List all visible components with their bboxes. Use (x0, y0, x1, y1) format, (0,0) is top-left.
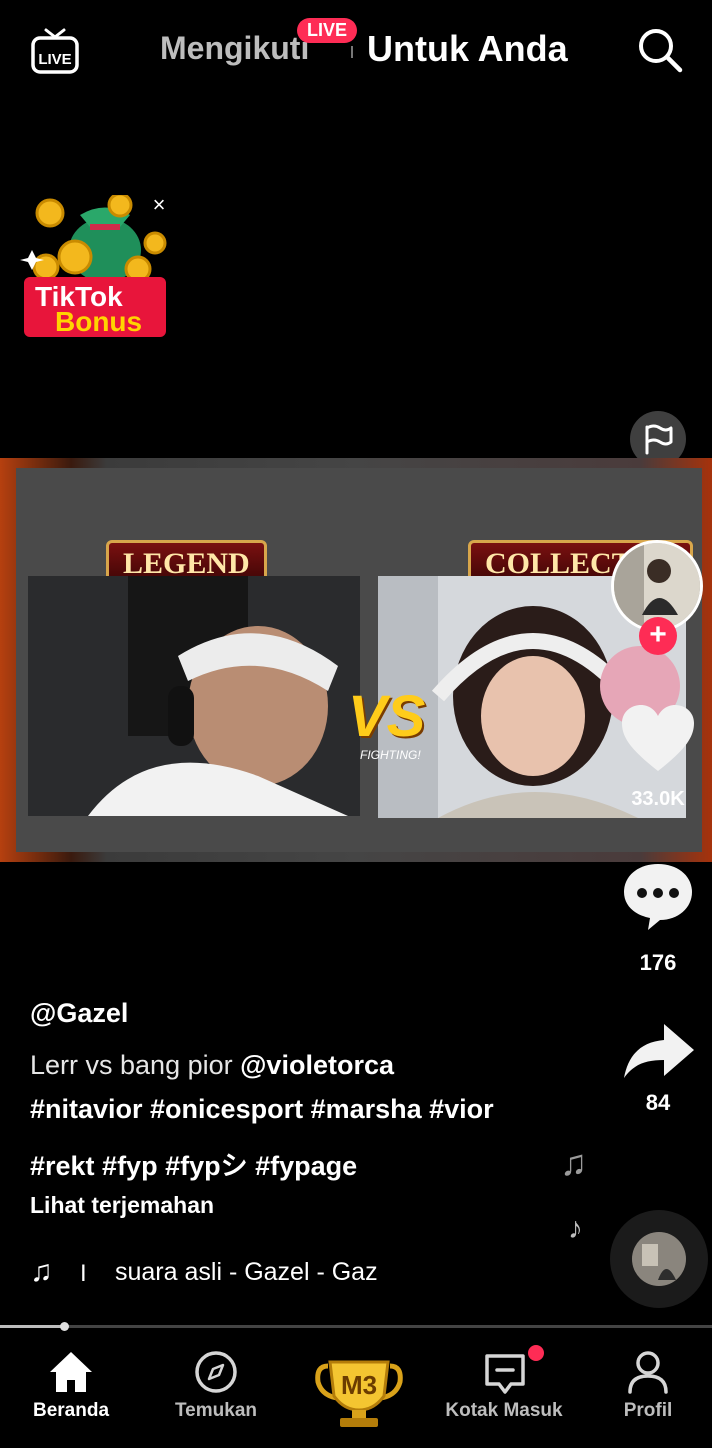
close-icon[interactable]: × (149, 192, 169, 218)
home-icon[interactable] (48, 1350, 94, 1399)
inbox-notification-dot (528, 1345, 544, 1361)
comment-count: 176 (639, 950, 677, 975)
follow-button[interactable]: + (639, 617, 677, 655)
nav-profile-label[interactable]: Profil (588, 1400, 708, 1422)
see-translation-link[interactable]: Lihat terjemahan (30, 1192, 214, 1219)
caption-text: Lerr vs bang pior (30, 1050, 241, 1080)
vs-label: VS (348, 684, 426, 749)
share-icon[interactable] (622, 1022, 696, 1082)
sound-separator: I (80, 1260, 87, 1287)
caption-line-1: Lerr vs bang pior @violetorca (30, 1050, 394, 1081)
nav-inbox-label[interactable]: Kotak Masuk (444, 1400, 564, 1422)
caption-hashtags-2[interactable]: #rekt #fyp #fypシ #fypage (30, 1144, 357, 1183)
music-disc[interactable] (610, 1210, 708, 1308)
left-player-camera (28, 576, 360, 816)
vs-subtitle: FIGHTING! (360, 748, 421, 762)
nav-home-label[interactable]: Beranda (11, 1400, 131, 1422)
music-note-icon: ♫ (560, 1142, 587, 1183)
profile-icon[interactable] (627, 1350, 669, 1399)
video-progress-track[interactable] (0, 1325, 712, 1328)
nav-discover-label[interactable]: Temukan (156, 1400, 276, 1422)
comment-icon[interactable] (620, 860, 696, 936)
creator-username[interactable]: @Gazel (30, 998, 128, 1029)
live-badge: LIVE (297, 18, 358, 43)
inbox-icon[interactable] (483, 1352, 527, 1401)
share-count: 84 (645, 1090, 671, 1115)
tab-for-you[interactable]: Untuk Anda (367, 28, 568, 70)
caption-hashtags-1[interactable]: #nitavior #onicesport #marsha #vior (30, 1094, 494, 1125)
m3-badge-label: M3 (340, 1370, 378, 1400)
music-note-icon-caption: ♫ (30, 1255, 53, 1288)
video-progress-fill (0, 1325, 65, 1328)
tab-divider (351, 46, 353, 58)
caption-mention[interactable]: @violetorca (240, 1050, 394, 1080)
tab-following[interactable]: Mengikuti (160, 30, 309, 67)
sound-title[interactable]: suara asli - Gazel - Gaz (115, 1258, 378, 1287)
bonus-subtitle: Bonus (55, 306, 143, 337)
compass-icon[interactable] (194, 1350, 238, 1399)
video-progress-handle[interactable] (60, 1322, 70, 1331)
svg-text:LIVE: LIVE (38, 51, 71, 68)
like-count: 33.0K (631, 788, 685, 810)
heart-icon[interactable] (620, 703, 696, 773)
search-icon[interactable] (636, 26, 684, 74)
music-note-icon-small: ♪ (568, 1212, 583, 1245)
live-icon[interactable]: LIVE (30, 26, 80, 76)
